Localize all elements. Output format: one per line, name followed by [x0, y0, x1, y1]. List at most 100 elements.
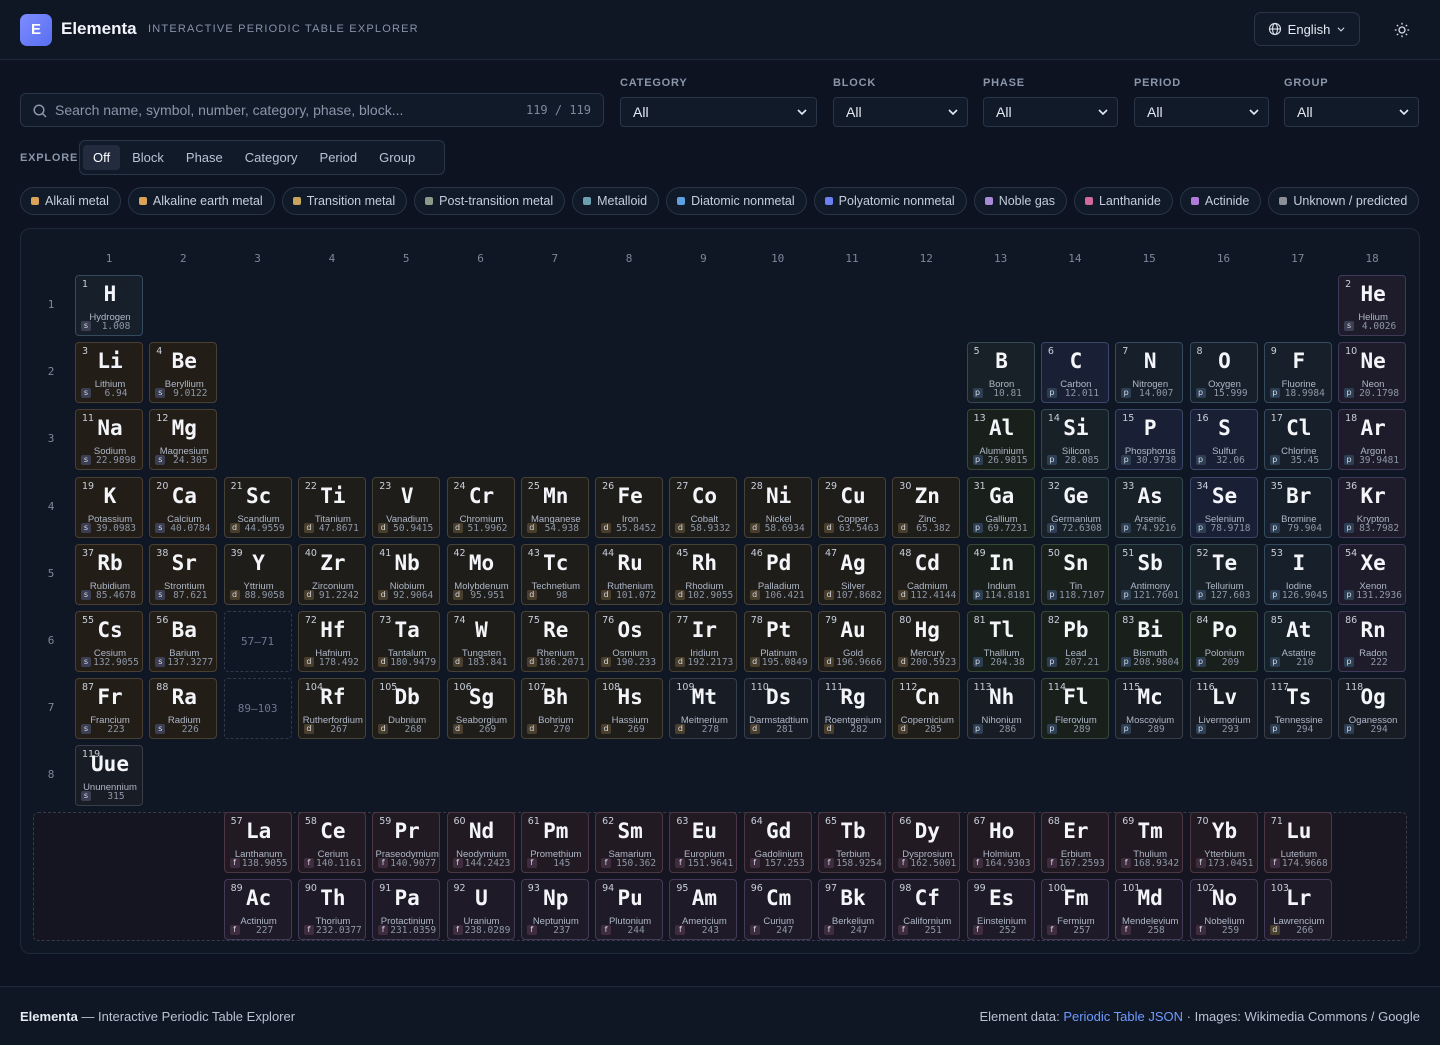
element-tile[interactable]: 79 Au Gold d 196.9666 [818, 611, 886, 672]
element-tile[interactable]: 89 Ac Actinium f 227 [223, 879, 292, 940]
element-tile[interactable]: 33 As Arsenic p 74.9216 [1115, 476, 1184, 538]
element-tile[interactable]: 4 Be Beryllium s 9.0122 [149, 342, 218, 404]
element-tile[interactable]: 15 P Phosphorus p 30.9738 [1115, 409, 1184, 471]
element-tile[interactable]: 69 Tm Thulium f 168.9342 [1115, 812, 1184, 873]
element-tile[interactable]: 96 Cm Curium f 247 [743, 879, 812, 940]
element-tile[interactable]: 85 At Astatine p 210 [1263, 611, 1332, 672]
legend-chip[interactable]: Lanthanide [1073, 187, 1173, 215]
element-tile[interactable]: 3 Li Lithium s 6.94 [75, 342, 143, 404]
element-tile[interactable]: 118 Og Oganesson p 294 [1338, 678, 1407, 740]
element-tile[interactable]: 51 Sb Antimony p 121.7601 [1115, 543, 1184, 605]
search-input[interactable] [55, 94, 525, 126]
element-tile[interactable]: 39 Y Yttrium d 88.9058 [223, 543, 292, 605]
element-tile[interactable]: 91 Pa Protactinium f 231.0359 [372, 879, 441, 940]
element-tile[interactable]: 41 Nb Niobium d 92.9064 [372, 543, 441, 605]
element-tile[interactable]: 5 B Boron p 10.81 [966, 342, 1035, 404]
period-select[interactable]: All [1134, 97, 1269, 127]
element-tile[interactable]: 109 Mt Meitnerium d 278 [669, 678, 738, 740]
element-tile[interactable]: 47 Ag Silver d 107.8682 [818, 543, 886, 605]
element-tile[interactable]: 6 C Carbon p 12.011 [1040, 342, 1109, 404]
element-tile[interactable]: 88 Ra Radium s 226 [149, 678, 218, 740]
element-tile[interactable]: 64 Gd Gadolinium f 157.253 [743, 812, 812, 873]
element-tile[interactable]: 19 K Potassium s 39.0983 [75, 476, 143, 538]
element-tile[interactable]: 101 Md Mendelevium f 258 [1115, 879, 1184, 940]
element-tile[interactable]: 49 In Indium p 114.8181 [966, 543, 1035, 605]
element-tile[interactable]: 100 Fm Fermium f 257 [1040, 879, 1109, 940]
element-tile[interactable]: 20 Ca Calcium s 40.0784 [149, 476, 218, 538]
element-tile[interactable]: 7 N Nitrogen p 14.007 [1115, 342, 1184, 404]
legend-chip[interactable]: Metalloid [572, 187, 660, 215]
element-tile[interactable]: 67 Ho Holmium f 164.9303 [966, 812, 1035, 873]
explore-group-button[interactable]: Group [369, 145, 425, 170]
element-tile[interactable]: 103 Lr Lawrencium d 266 [1263, 879, 1332, 940]
element-tile[interactable]: 93 Np Neptunium f 237 [520, 879, 589, 940]
element-tile[interactable]: 76 Os Osmium d 190.233 [595, 611, 664, 672]
element-tile[interactable]: 59 Pr Praseodymium f 140.9077 [372, 812, 441, 873]
element-tile[interactable]: 57 La Lanthanum f 138.9055 [223, 812, 292, 873]
element-tile[interactable]: 117 Ts Tennessine p 294 [1263, 678, 1332, 740]
element-tile[interactable]: 104 Rf Rutherfordium d 267 [297, 678, 366, 740]
element-tile[interactable]: 97 Bk Berkelium f 247 [818, 879, 886, 940]
theme-toggle-button[interactable] [1388, 16, 1416, 44]
element-tile[interactable]: 27 Co Cobalt d 58.9332 [669, 476, 738, 538]
explore-phase-button[interactable]: Phase [176, 145, 233, 170]
element-tile[interactable]: 17 Cl Chlorine p 35.45 [1263, 409, 1332, 471]
element-tile[interactable]: 52 Te Tellurium p 127.603 [1189, 543, 1258, 605]
element-tile[interactable]: 26 Fe Iron d 55.8452 [595, 476, 664, 538]
element-tile[interactable]: 45 Rh Rhodium d 102.9055 [669, 543, 738, 605]
element-tile[interactable]: 40 Zr Zirconium d 91.2242 [297, 543, 366, 605]
element-tile[interactable]: 71 Lu Lutetium f 174.9668 [1263, 812, 1332, 873]
legend-chip[interactable]: Diatomic nonmetal [666, 187, 807, 215]
element-tile[interactable]: 42 Mo Molybdenum d 95.951 [446, 543, 515, 605]
element-tile[interactable]: 56 Ba Barium s 137.3277 [149, 611, 218, 672]
element-tile[interactable]: 68 Er Erbium f 167.2593 [1040, 812, 1109, 873]
element-tile[interactable]: 16 S Sulfur p 32.06 [1189, 409, 1258, 471]
element-tile[interactable]: 72 Hf Hafnium d 178.492 [297, 611, 366, 672]
element-tile[interactable]: 95 Am Americium f 243 [669, 879, 738, 940]
element-tile[interactable]: 75 Re Rhenium d 186.2071 [520, 611, 589, 672]
legend-chip[interactable]: Noble gas [973, 187, 1067, 215]
element-tile[interactable]: 55 Cs Cesium s 132.9055 [75, 611, 143, 672]
element-tile[interactable]: 116 Lv Livermorium p 293 [1189, 678, 1258, 740]
element-tile[interactable]: 87 Fr Francium s 223 [75, 678, 143, 740]
element-tile[interactable]: 115 Mc Moscovium p 289 [1115, 678, 1184, 740]
element-tile[interactable]: 112 Cn Copernicium d 285 [892, 678, 961, 740]
element-tile[interactable]: 94 Pu Plutonium f 244 [595, 879, 664, 940]
element-tile[interactable]: 84 Po Polonium p 209 [1189, 611, 1258, 672]
element-tile[interactable]: 107 Bh Bohrium d 270 [520, 678, 589, 740]
element-tile[interactable]: 92 U Uranium f 238.0289 [446, 879, 515, 940]
element-tile[interactable]: 1 H Hydrogen s 1.008 [75, 275, 143, 336]
legend-chip[interactable]: Unknown / predicted [1268, 187, 1420, 215]
element-tile[interactable]: 108 Hs Hassium d 269 [595, 678, 664, 740]
element-tile[interactable]: 77 Ir Iridium d 192.2173 [669, 611, 738, 672]
explore-period-button[interactable]: Period [310, 145, 368, 170]
element-tile[interactable]: 37 Rb Rubidium s 85.4678 [75, 543, 143, 605]
element-tile[interactable]: 50 Sn Tin p 118.7107 [1040, 543, 1109, 605]
element-tile[interactable]: 23 V Vanadium d 50.9415 [372, 476, 441, 538]
element-tile[interactable]: 90 Th Thorium f 232.0377 [297, 879, 366, 940]
series-placeholder[interactable]: 89–103 [223, 678, 292, 740]
element-tile[interactable]: 29 Cu Copper d 63.5463 [818, 476, 886, 538]
element-tile[interactable]: 106 Sg Seaborgium d 269 [446, 678, 515, 740]
element-tile[interactable]: 62 Sm Samarium f 150.362 [595, 812, 664, 873]
element-tile[interactable]: 58 Ce Cerium f 140.1161 [297, 812, 366, 873]
element-tile[interactable]: 80 Hg Mercury d 200.5923 [892, 611, 961, 672]
explore-block-button[interactable]: Block [122, 145, 174, 170]
series-placeholder[interactable]: 57–71 [223, 611, 292, 672]
element-tile[interactable]: 60 Nd Neodymium f 144.2423 [446, 812, 515, 873]
element-tile[interactable]: 18 Ar Argon p 39.9481 [1338, 409, 1407, 471]
element-tile[interactable]: 99 Es Einsteinium f 252 [966, 879, 1035, 940]
element-tile[interactable]: 14 Si Silicon p 28.085 [1040, 409, 1109, 471]
element-tile[interactable]: 28 Ni Nickel d 58.6934 [743, 476, 812, 538]
element-tile[interactable]: 8 O Oxygen p 15.999 [1189, 342, 1258, 404]
group-select[interactable]: All [1284, 97, 1419, 127]
element-tile[interactable]: 66 Dy Dysprosium f 162.5001 [892, 812, 961, 873]
element-tile[interactable]: 54 Xe Xenon p 131.2936 [1338, 543, 1407, 605]
element-tile[interactable]: 83 Bi Bismuth p 208.9804 [1115, 611, 1184, 672]
element-tile[interactable]: 13 Al Aluminium p 26.9815 [966, 409, 1035, 471]
element-tile[interactable]: 65 Tb Terbium f 158.9254 [818, 812, 886, 873]
element-tile[interactable]: 78 Pt Platinum d 195.0849 [743, 611, 812, 672]
element-tile[interactable]: 36 Kr Krypton p 83.7982 [1338, 476, 1407, 538]
element-tile[interactable]: 110 Ds Darmstadtium d 281 [743, 678, 812, 740]
element-tile[interactable]: 25 Mn Manganese d 54.938 [520, 476, 589, 538]
